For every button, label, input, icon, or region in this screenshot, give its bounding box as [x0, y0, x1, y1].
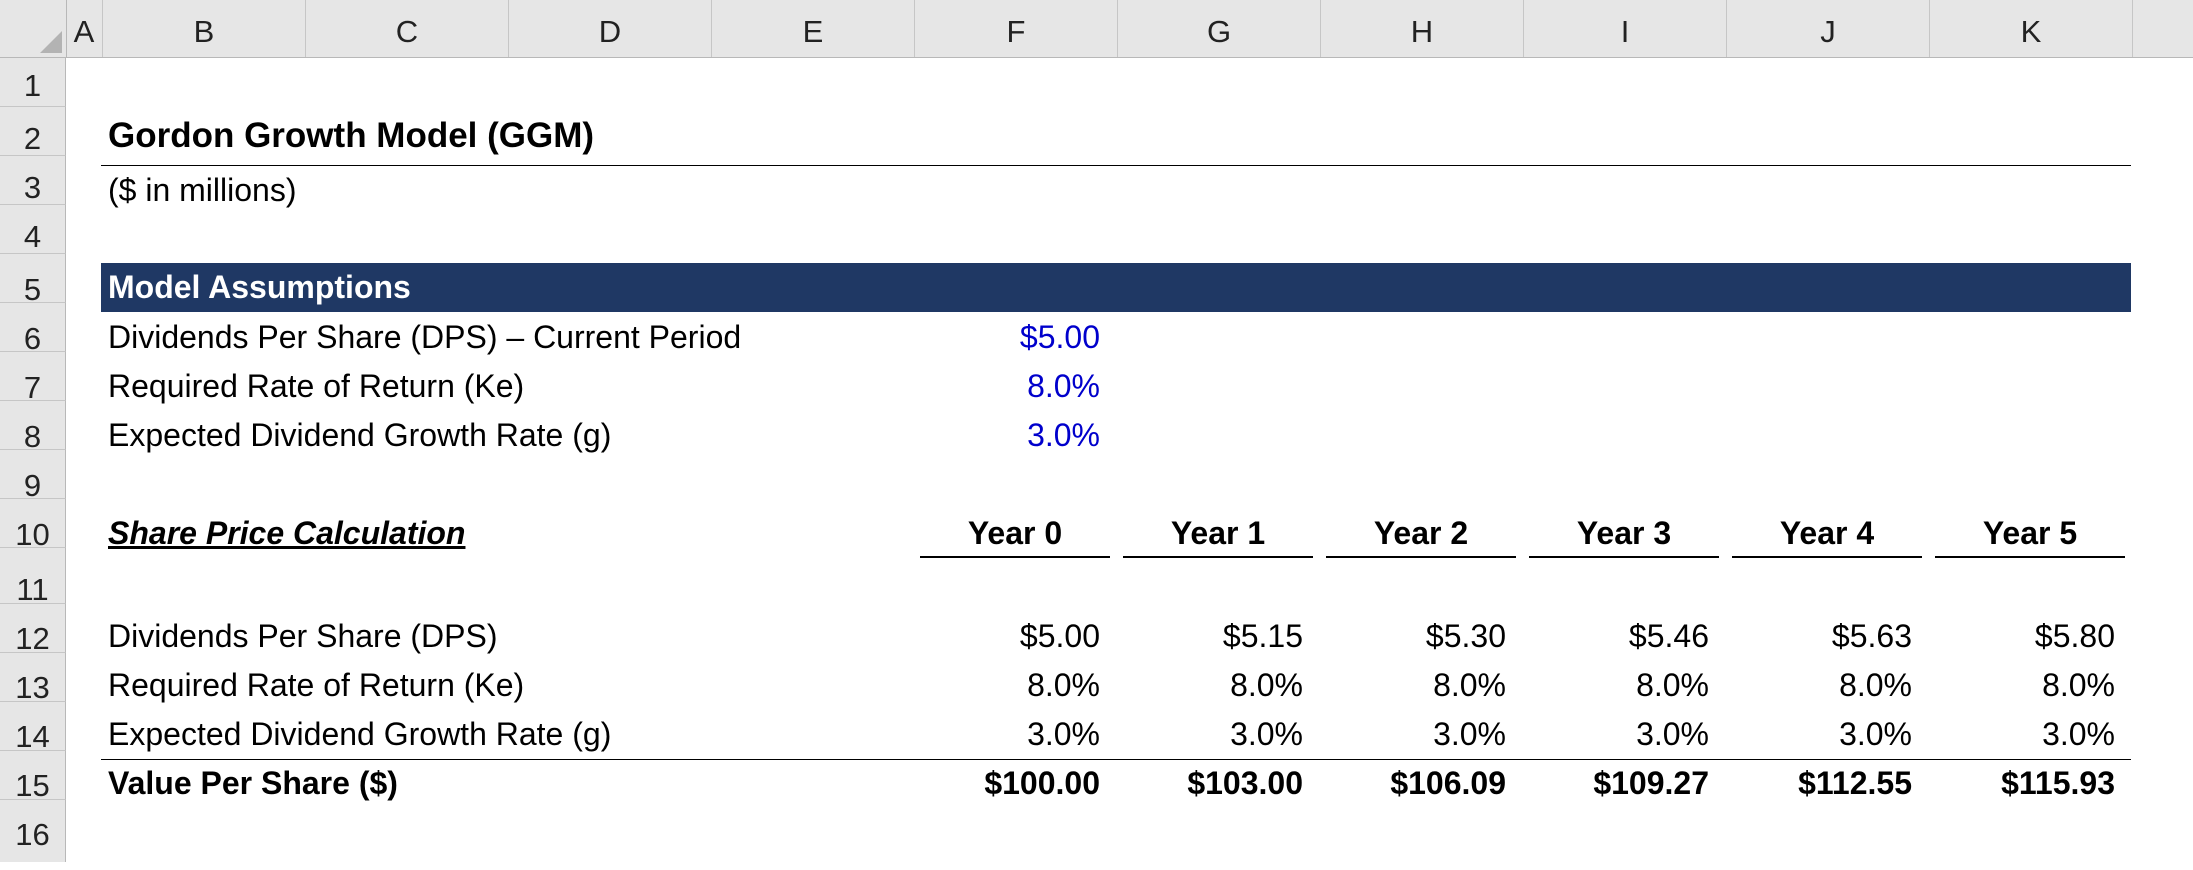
row-header-8[interactable]: 8	[0, 401, 66, 454]
year-header-5: Year 5	[1982, 515, 2078, 551]
value-per-share-year-3[interactable]: $109.27	[1509, 765, 1709, 802]
calc-label-value-per-share[interactable]: Value Per Share ($)	[108, 765, 398, 802]
column-header-b[interactable]: B	[103, 0, 306, 57]
year-underline-5	[1935, 556, 2125, 558]
calc-dps-year-0[interactable]: $5.00	[900, 618, 1100, 655]
year-header-0: Year 0	[967, 515, 1063, 551]
calc-ke-year-4[interactable]: 8.0%	[1712, 667, 1912, 704]
assumptions-header: Model Assumptions	[108, 269, 411, 305]
row-header-4[interactable]: 4	[0, 205, 66, 254]
assumption-value-growth[interactable]: 3.0%	[900, 417, 1100, 454]
calc-growth-year-5[interactable]: 3.0%	[1915, 716, 2115, 753]
assumption-label-growth[interactable]: Expected Dividend Growth Rate (g)	[108, 417, 611, 454]
calc-growth-year-2[interactable]: 3.0%	[1306, 716, 1506, 753]
units-subtitle: ($ in millions)	[108, 172, 297, 208]
row-header-13[interactable]: 13	[0, 653, 66, 705]
calc-dps-year-5[interactable]: $5.80	[1915, 618, 2115, 655]
calculation-section-title: Share Price Calculation	[108, 515, 466, 551]
row-header-5[interactable]: 5	[0, 254, 66, 307]
calc-ke-year-1[interactable]: 8.0%	[1103, 667, 1303, 704]
calc-ke-year-3[interactable]: 8.0%	[1509, 667, 1709, 704]
value-per-share-year-0[interactable]: $100.00	[900, 765, 1100, 802]
row-header-15[interactable]: 15	[0, 751, 66, 803]
calc-label-ke[interactable]: Required Rate of Return (Ke)	[108, 667, 524, 704]
year-underline-2	[1326, 556, 1516, 558]
calc-label-dps[interactable]: Dividends Per Share (DPS)	[108, 618, 497, 655]
row-header-9[interactable]: 9	[0, 450, 66, 503]
calc-growth-year-4[interactable]: 3.0%	[1712, 716, 1912, 753]
title-underline	[101, 165, 2131, 166]
row-header-1[interactable]: 1	[0, 58, 66, 107]
select-all-triangle-icon	[40, 31, 62, 53]
year-underline-4	[1732, 556, 1922, 558]
row-header-11[interactable]: 11	[0, 548, 66, 607]
calc-dps-year-3[interactable]: $5.46	[1509, 618, 1709, 655]
calc-ke-year-0[interactable]: 8.0%	[900, 667, 1100, 704]
year-header-3: Year 3	[1576, 515, 1672, 551]
spreadsheet: A B C D E F G H I J K 1 2 3 4 5 6 7 8 9 …	[0, 0, 2193, 862]
year-header-1: Year 1	[1170, 515, 1266, 551]
column-header-i[interactable]: I	[1524, 0, 1727, 57]
calc-ke-year-2[interactable]: 8.0%	[1306, 667, 1506, 704]
column-header-h[interactable]: H	[1321, 0, 1524, 57]
column-header-a[interactable]: A	[66, 0, 103, 57]
row-header-6[interactable]: 6	[0, 303, 66, 356]
row-header-3[interactable]: 3	[0, 156, 66, 205]
year-underline-0	[920, 556, 1110, 558]
row-header-10[interactable]: 10	[0, 499, 66, 552]
assumption-value-ke[interactable]: 8.0%	[900, 368, 1100, 405]
column-header-c[interactable]: C	[306, 0, 509, 57]
value-per-share-year-4[interactable]: $112.55	[1712, 765, 1912, 802]
calc-dps-year-2[interactable]: $5.30	[1306, 618, 1506, 655]
row-header-14[interactable]: 14	[0, 702, 66, 754]
model-title: Gordon Growth Model (GGM)	[108, 116, 595, 155]
assumption-value-dps[interactable]: $5.00	[900, 319, 1100, 356]
year-underline-1	[1123, 556, 1313, 558]
calc-ke-year-5[interactable]: 8.0%	[1915, 667, 2115, 704]
column-header-j[interactable]: J	[1727, 0, 1930, 57]
row-header-2[interactable]: 2	[0, 107, 66, 156]
column-header-bar: A B C D E F G H I J K	[0, 0, 2193, 58]
column-header-g[interactable]: G	[1118, 0, 1321, 57]
value-per-share-year-2[interactable]: $106.09	[1306, 765, 1506, 802]
assumption-label-dps[interactable]: Dividends Per Share (DPS) – Current Peri…	[108, 319, 741, 356]
select-all-corner[interactable]	[0, 0, 67, 57]
year-header-2: Year 2	[1373, 515, 1469, 551]
calc-growth-year-1[interactable]: 3.0%	[1103, 716, 1303, 753]
column-header-d[interactable]: D	[509, 0, 712, 57]
row-header-12[interactable]: 12	[0, 604, 66, 656]
calc-dps-year-4[interactable]: $5.63	[1712, 618, 1912, 655]
row-header-16[interactable]: 16	[0, 800, 66, 862]
year-header-4: Year 4	[1779, 515, 1875, 551]
calc-dps-year-1[interactable]: $5.15	[1103, 618, 1303, 655]
assumption-label-ke[interactable]: Required Rate of Return (Ke)	[108, 368, 524, 405]
total-top-border	[101, 759, 2131, 760]
row-header-7[interactable]: 7	[0, 352, 66, 405]
column-header-f[interactable]: F	[915, 0, 1118, 57]
value-per-share-year-1[interactable]: $103.00	[1103, 765, 1303, 802]
column-header-k[interactable]: K	[1930, 0, 2133, 57]
calc-growth-year-0[interactable]: 3.0%	[900, 716, 1100, 753]
calc-growth-year-3[interactable]: 3.0%	[1509, 716, 1709, 753]
calc-label-growth[interactable]: Expected Dividend Growth Rate (g)	[108, 716, 611, 753]
value-per-share-year-5[interactable]: $115.93	[1915, 765, 2115, 802]
column-header-e[interactable]: E	[712, 0, 915, 57]
year-underline-3	[1529, 556, 1719, 558]
